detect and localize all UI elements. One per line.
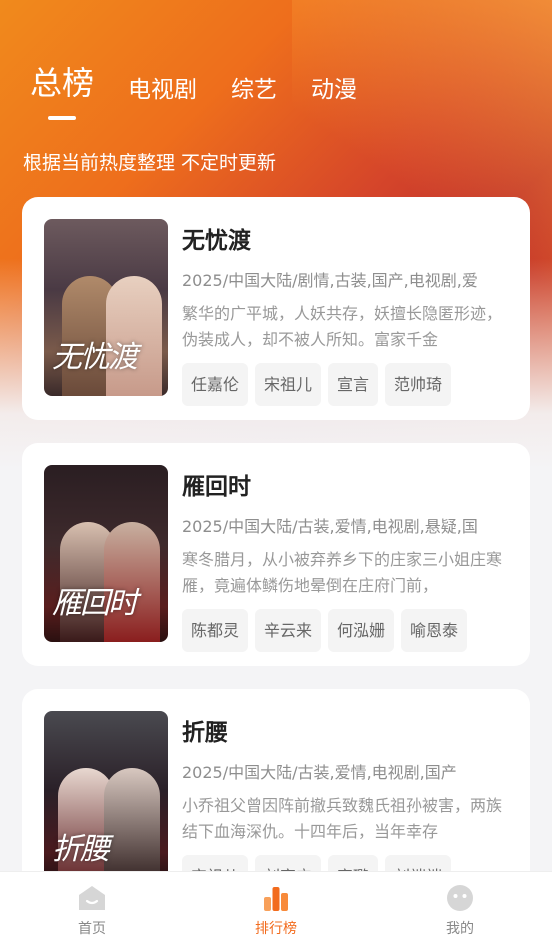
- nav-profile-label: 我的: [446, 921, 474, 937]
- show-meta: 2025/中国大陆/古装,爱情,电视剧,国产: [182, 763, 457, 782]
- show-title[interactable]: 无忧渡: [182, 221, 516, 255]
- actor-tag[interactable]: 任嘉伦: [182, 363, 249, 406]
- show-card[interactable]: 雁回时 雁回时 2025/中国大陆/古装,爱情,电视剧,悬疑,国 寒冬腊月，从小…: [22, 443, 530, 666]
- show-title[interactable]: 雁回时: [182, 467, 516, 501]
- show-meta: 2025/中国大陆/古装,爱情,电视剧,悬疑,国: [182, 517, 478, 536]
- nav-ranking[interactable]: 排行榜: [226, 872, 326, 950]
- nav-profile[interactable]: 我的: [410, 872, 510, 950]
- tab-tv-series[interactable]: 电视剧: [128, 70, 197, 104]
- actor-tag[interactable]: 喻恩泰: [401, 609, 468, 652]
- nav-home-label: 首页: [78, 921, 106, 937]
- poster-title-art: 无忧渡: [52, 340, 138, 375]
- show-description: 繁华的广平城，人妖共存，妖擅长隐匿形迹，伪装成人，却不被人所知。富家千金: [182, 304, 503, 349]
- ranking-list: 无忧渡 无忧渡 2025/中国大陆/剧情,古装,国产,电视剧,爱 繁华的广平城，…: [22, 197, 530, 935]
- show-title[interactable]: 折腰: [182, 713, 516, 747]
- tab-anime[interactable]: 动漫: [311, 70, 357, 104]
- tab-variety[interactable]: 综艺: [231, 70, 277, 104]
- show-card[interactable]: 无忧渡 无忧渡 2025/中国大陆/剧情,古装,国产,电视剧,爱 繁华的广平城，…: [22, 197, 530, 420]
- actor-tag[interactable]: 陈都灵: [182, 609, 249, 652]
- actor-list: 任嘉伦 宋祖儿 宣言 范帅琦: [182, 363, 516, 406]
- home-icon: [79, 886, 105, 910]
- show-description: 小乔祖父曾因阵前撤兵致魏氏祖孙被害，两族结下血海深仇。十四年后，当年幸存: [182, 796, 503, 841]
- show-meta: 2025/中国大陆/剧情,古装,国产,电视剧,爱: [182, 271, 478, 290]
- actor-tag[interactable]: 范帅琦: [385, 363, 452, 406]
- show-poster[interactable]: 雁回时: [44, 465, 168, 642]
- actor-tag[interactable]: 辛云来: [255, 609, 322, 652]
- nav-ranking-label: 排行榜: [255, 921, 297, 937]
- category-tabs: 总榜 电视剧 综艺 动漫: [30, 58, 391, 104]
- poster-title-art: 折腰: [52, 832, 110, 867]
- show-poster[interactable]: 折腰: [44, 711, 168, 888]
- bottom-navigation: 首页 排行榜 我的: [0, 872, 552, 950]
- actor-tag[interactable]: 何泓姗: [328, 609, 395, 652]
- actor-tag[interactable]: 宋祖儿: [255, 363, 322, 406]
- ranking-icon: [264, 887, 288, 911]
- nav-home[interactable]: 首页: [42, 872, 142, 950]
- show-description: 寒冬腊月，从小被弃养乡下的庄家三小姐庄寒雁，竟遍体鳞伤地晕倒在庄府门前，: [182, 550, 503, 595]
- ranking-subtitle: 根据当前热度整理 不定时更新: [23, 152, 277, 174]
- show-poster[interactable]: 无忧渡: [44, 219, 168, 396]
- tab-overall[interactable]: 总榜: [30, 58, 94, 104]
- actor-tag[interactable]: 宣言: [328, 363, 379, 406]
- profile-icon: [447, 885, 473, 911]
- actor-list: 陈都灵 辛云来 何泓姗 喻恩泰: [182, 609, 516, 652]
- poster-title-art: 雁回时: [52, 586, 138, 621]
